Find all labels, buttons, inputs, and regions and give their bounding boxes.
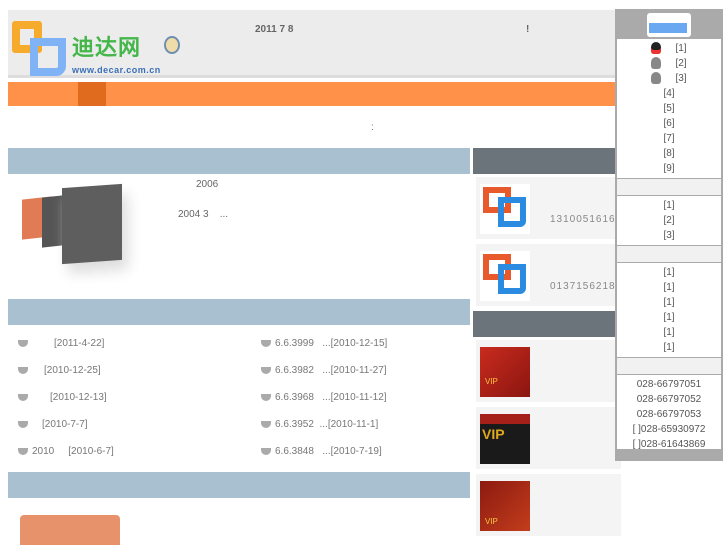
products-image bbox=[20, 515, 120, 545]
news-item[interactable]: 6.6.3999 ...[2010-12-15] bbox=[261, 338, 387, 349]
bullet-icon bbox=[261, 339, 271, 347]
section-header-products bbox=[8, 472, 470, 498]
qq-online-icon bbox=[651, 42, 662, 55]
group3-link[interactable]: [1] bbox=[617, 325, 721, 340]
news-item[interactable]: 6.6.3952 ...[2010-11-1] bbox=[261, 419, 378, 430]
about-line1: 2006 bbox=[196, 179, 219, 190]
qq-link[interactable]: [8] bbox=[617, 146, 721, 161]
logo-mark-blue bbox=[30, 38, 66, 76]
news-item[interactable]: 6.6.3982 ...[2010-11-27] bbox=[261, 365, 387, 376]
group2-link[interactable]: [1] bbox=[617, 198, 721, 213]
news-item[interactable]: 2010 [2010-6-7] bbox=[18, 446, 114, 457]
panel-footer bbox=[617, 449, 721, 459]
about-image bbox=[12, 180, 152, 290]
bullet-icon bbox=[18, 393, 28, 401]
section-header-news bbox=[8, 299, 470, 325]
bullet-icon bbox=[18, 420, 28, 428]
qq-offline-icon bbox=[651, 57, 662, 70]
shop-phone: 01371562187 bbox=[550, 281, 623, 292]
group3-link[interactable]: [1] bbox=[617, 280, 721, 295]
news-item[interactable]: [2011-4-22] bbox=[18, 338, 104, 349]
section-header-ads bbox=[473, 311, 618, 337]
ad-image[interactable]: VIP bbox=[480, 414, 530, 464]
section-header-shops bbox=[473, 148, 618, 174]
logo-circle-icon bbox=[164, 36, 180, 54]
phone-number: 028-66797053 bbox=[636, 409, 702, 420]
shop-logo bbox=[480, 184, 530, 234]
about-line2[interactable]: 2004 3 ... bbox=[178, 209, 228, 220]
notice-text: : bbox=[371, 122, 374, 133]
section-header-about bbox=[8, 148, 470, 174]
shop-card[interactable]: 01371562187 bbox=[476, 244, 621, 306]
qq-link[interactable]: [3] bbox=[617, 71, 721, 86]
qq-link[interactable]: [1] bbox=[617, 41, 721, 56]
news-item[interactable]: [2010-12-25] bbox=[18, 365, 101, 376]
group2-link[interactable]: [3] bbox=[617, 228, 721, 243]
shop-phone: 13100516160 bbox=[550, 214, 623, 225]
qq-link[interactable]: [4] bbox=[617, 86, 721, 101]
bullet-icon bbox=[18, 339, 28, 347]
bullet-icon bbox=[18, 366, 28, 374]
bullet-icon bbox=[261, 420, 271, 428]
phone-number: 028-66797051 bbox=[636, 379, 702, 390]
phone-number: 028-66797052 bbox=[636, 394, 702, 405]
qq-offline-icon bbox=[651, 72, 662, 85]
qq-link[interactable]: [2] bbox=[617, 56, 721, 71]
qq-link[interactable]: [5] bbox=[617, 101, 721, 116]
ad-image[interactable]: VIP bbox=[480, 347, 530, 397]
group2-link[interactable]: [2] bbox=[617, 213, 721, 228]
ad-image[interactable]: VIP bbox=[480, 481, 530, 531]
floating-contact-panel: [1] [2] [3] [4] [5] [6] [7] [8] [9] [1] … bbox=[615, 9, 723, 461]
qq-link[interactable]: [6] bbox=[617, 116, 721, 131]
panel-divider bbox=[617, 178, 721, 196]
panel-online-button[interactable] bbox=[649, 23, 687, 33]
shop-card[interactable]: 13100516160 bbox=[476, 177, 621, 239]
phone-number: [ ]028-65930972 bbox=[632, 424, 706, 435]
header: 迪达网 www.decar.com.cn 2011 7 8 ! bbox=[8, 10, 620, 78]
bullet-icon bbox=[18, 447, 28, 455]
bullet-icon bbox=[261, 447, 271, 455]
group3-link[interactable]: [1] bbox=[617, 340, 721, 355]
news-item[interactable]: 6.6.3968 ...[2010-11-12] bbox=[261, 392, 387, 403]
group3-link[interactable]: [1] bbox=[617, 295, 721, 310]
qq-link[interactable]: [9] bbox=[617, 161, 721, 176]
panel-divider bbox=[617, 357, 721, 375]
shop-logo bbox=[480, 251, 530, 301]
date-text: 2011 7 8 bbox=[255, 24, 294, 35]
group3-link[interactable]: [1] bbox=[617, 310, 721, 325]
nav-item-home[interactable] bbox=[78, 82, 106, 106]
qq-link[interactable]: [7] bbox=[617, 131, 721, 146]
ad-card[interactable]: VIP bbox=[476, 474, 621, 536]
panel-divider bbox=[617, 245, 721, 263]
panel-header bbox=[617, 11, 721, 39]
ad-card[interactable]: VIP bbox=[476, 340, 621, 402]
news-item[interactable]: [2010-7-7] bbox=[18, 419, 88, 430]
bullet-icon bbox=[261, 393, 271, 401]
news-item[interactable]: [2010-12-13] bbox=[18, 392, 107, 403]
greeting-text: ! bbox=[526, 24, 530, 35]
news-item[interactable]: 6.6.3848 ...[2010-7-19] bbox=[261, 446, 382, 457]
logo-text[interactable]: 迪达网 bbox=[72, 30, 141, 62]
ad-card[interactable]: VIP bbox=[476, 407, 621, 469]
bullet-icon bbox=[261, 366, 271, 374]
logo-url: www.decar.com.cn bbox=[72, 65, 161, 75]
group3-link[interactable]: [1] bbox=[617, 265, 721, 280]
